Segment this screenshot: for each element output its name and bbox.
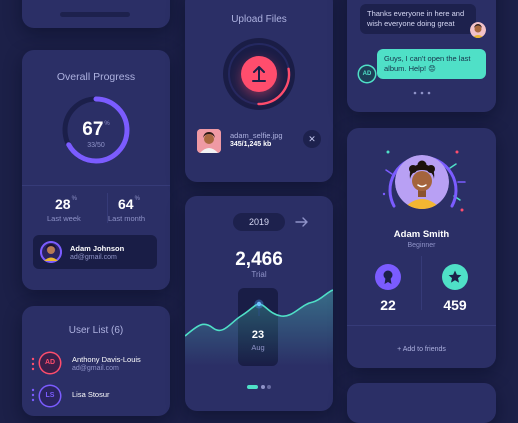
trial-value: 2,466 (235, 249, 283, 270)
user-initials: AD (40, 353, 60, 373)
profile-card: Adam Smith Beginner 22 459 + Add to frie… (347, 128, 496, 368)
avatar (470, 22, 486, 38)
more-dots-icon[interactable] (31, 388, 35, 402)
avatar (40, 241, 62, 263)
star-icon (448, 270, 462, 283)
user-list-title: User List (6) (68, 325, 124, 336)
pagination-dots[interactable] (247, 384, 275, 390)
user-email: ad@gmail.com (70, 254, 117, 261)
add-to-friends-button[interactable]: + Add to friends (347, 346, 496, 353)
year-selector[interactable]: 2019 (233, 213, 285, 231)
user-name: Lisa Stosur (72, 390, 110, 399)
hover-day: 23 (251, 329, 265, 341)
trial-label: Trial (251, 270, 267, 279)
trial-line-chart (185, 289, 333, 366)
upload-files-card: Upload Files adam_selfie.jpg 345/1,245 k… (185, 0, 333, 182)
file-size: 345/1,245 kb (230, 141, 272, 148)
divider (347, 325, 496, 326)
divider (22, 185, 170, 186)
file-thumbnail (197, 129, 221, 153)
star-badge (442, 264, 468, 290)
award-badge (375, 264, 401, 290)
progress-percent: 67% (22, 119, 170, 141)
typing-dots-icon (413, 91, 431, 95)
progress-title: Overall Progress (56, 71, 136, 83)
arrow-right-icon[interactable] (295, 215, 309, 229)
hover-month: Aug (251, 343, 265, 352)
award-icon (383, 270, 393, 284)
user-name: Adam Johnson (70, 244, 125, 253)
progress-percent-symbol: % (104, 121, 110, 127)
stars-count: 459 (443, 297, 467, 313)
overall-progress-card: Overall Progress 67% 33/50 28% Last week… (22, 50, 170, 290)
user-initials: LS (40, 386, 60, 406)
user-list-card: User List (6) AD Anthony Davis-Louis ad@… (22, 306, 170, 416)
top-left-card (22, 0, 170, 28)
sender-initials: AD (359, 66, 375, 82)
trial-chart-card: 2019 2,466 Trial 23 Aug (185, 196, 333, 411)
user-summary[interactable]: Adam Johnson ad@gmail.com (33, 235, 157, 269)
upload-arrow-icon (252, 66, 266, 82)
last-week-label: Last week (47, 214, 81, 223)
divider (421, 256, 422, 310)
user-email: ad@gmail.com (72, 365, 119, 372)
upload-title: Upload Files (231, 14, 287, 25)
last-month-label: Last month (108, 214, 146, 223)
chat-message-incoming: Thanks everyone in here and wish everyon… (360, 4, 476, 34)
progress-percent-value: 67 (82, 119, 104, 140)
last-month-value: 64% (118, 196, 140, 212)
bottom-right-card (347, 383, 496, 423)
chat-message-outgoing: Guys, I can't open the last album. Help!… (377, 49, 486, 79)
last-week-value: 28% (55, 196, 77, 212)
awards-count: 22 (380, 297, 396, 313)
chat-card: Thanks everyone in here and wish everyon… (347, 0, 496, 112)
user-name: Anthony Davis-Louis (72, 355, 141, 364)
scroll-bar (60, 12, 130, 17)
profile-name: Adam Smith (393, 229, 450, 240)
progress-fraction: 33/50 (87, 142, 105, 149)
profile-role: Beginner (407, 242, 436, 249)
profile-avatar (395, 155, 449, 209)
more-dots-icon[interactable] (31, 357, 35, 371)
file-name: adam_selfie.jpg (230, 131, 283, 140)
close-icon[interactable]: ✕ (303, 130, 321, 148)
upload-button[interactable] (241, 56, 277, 92)
